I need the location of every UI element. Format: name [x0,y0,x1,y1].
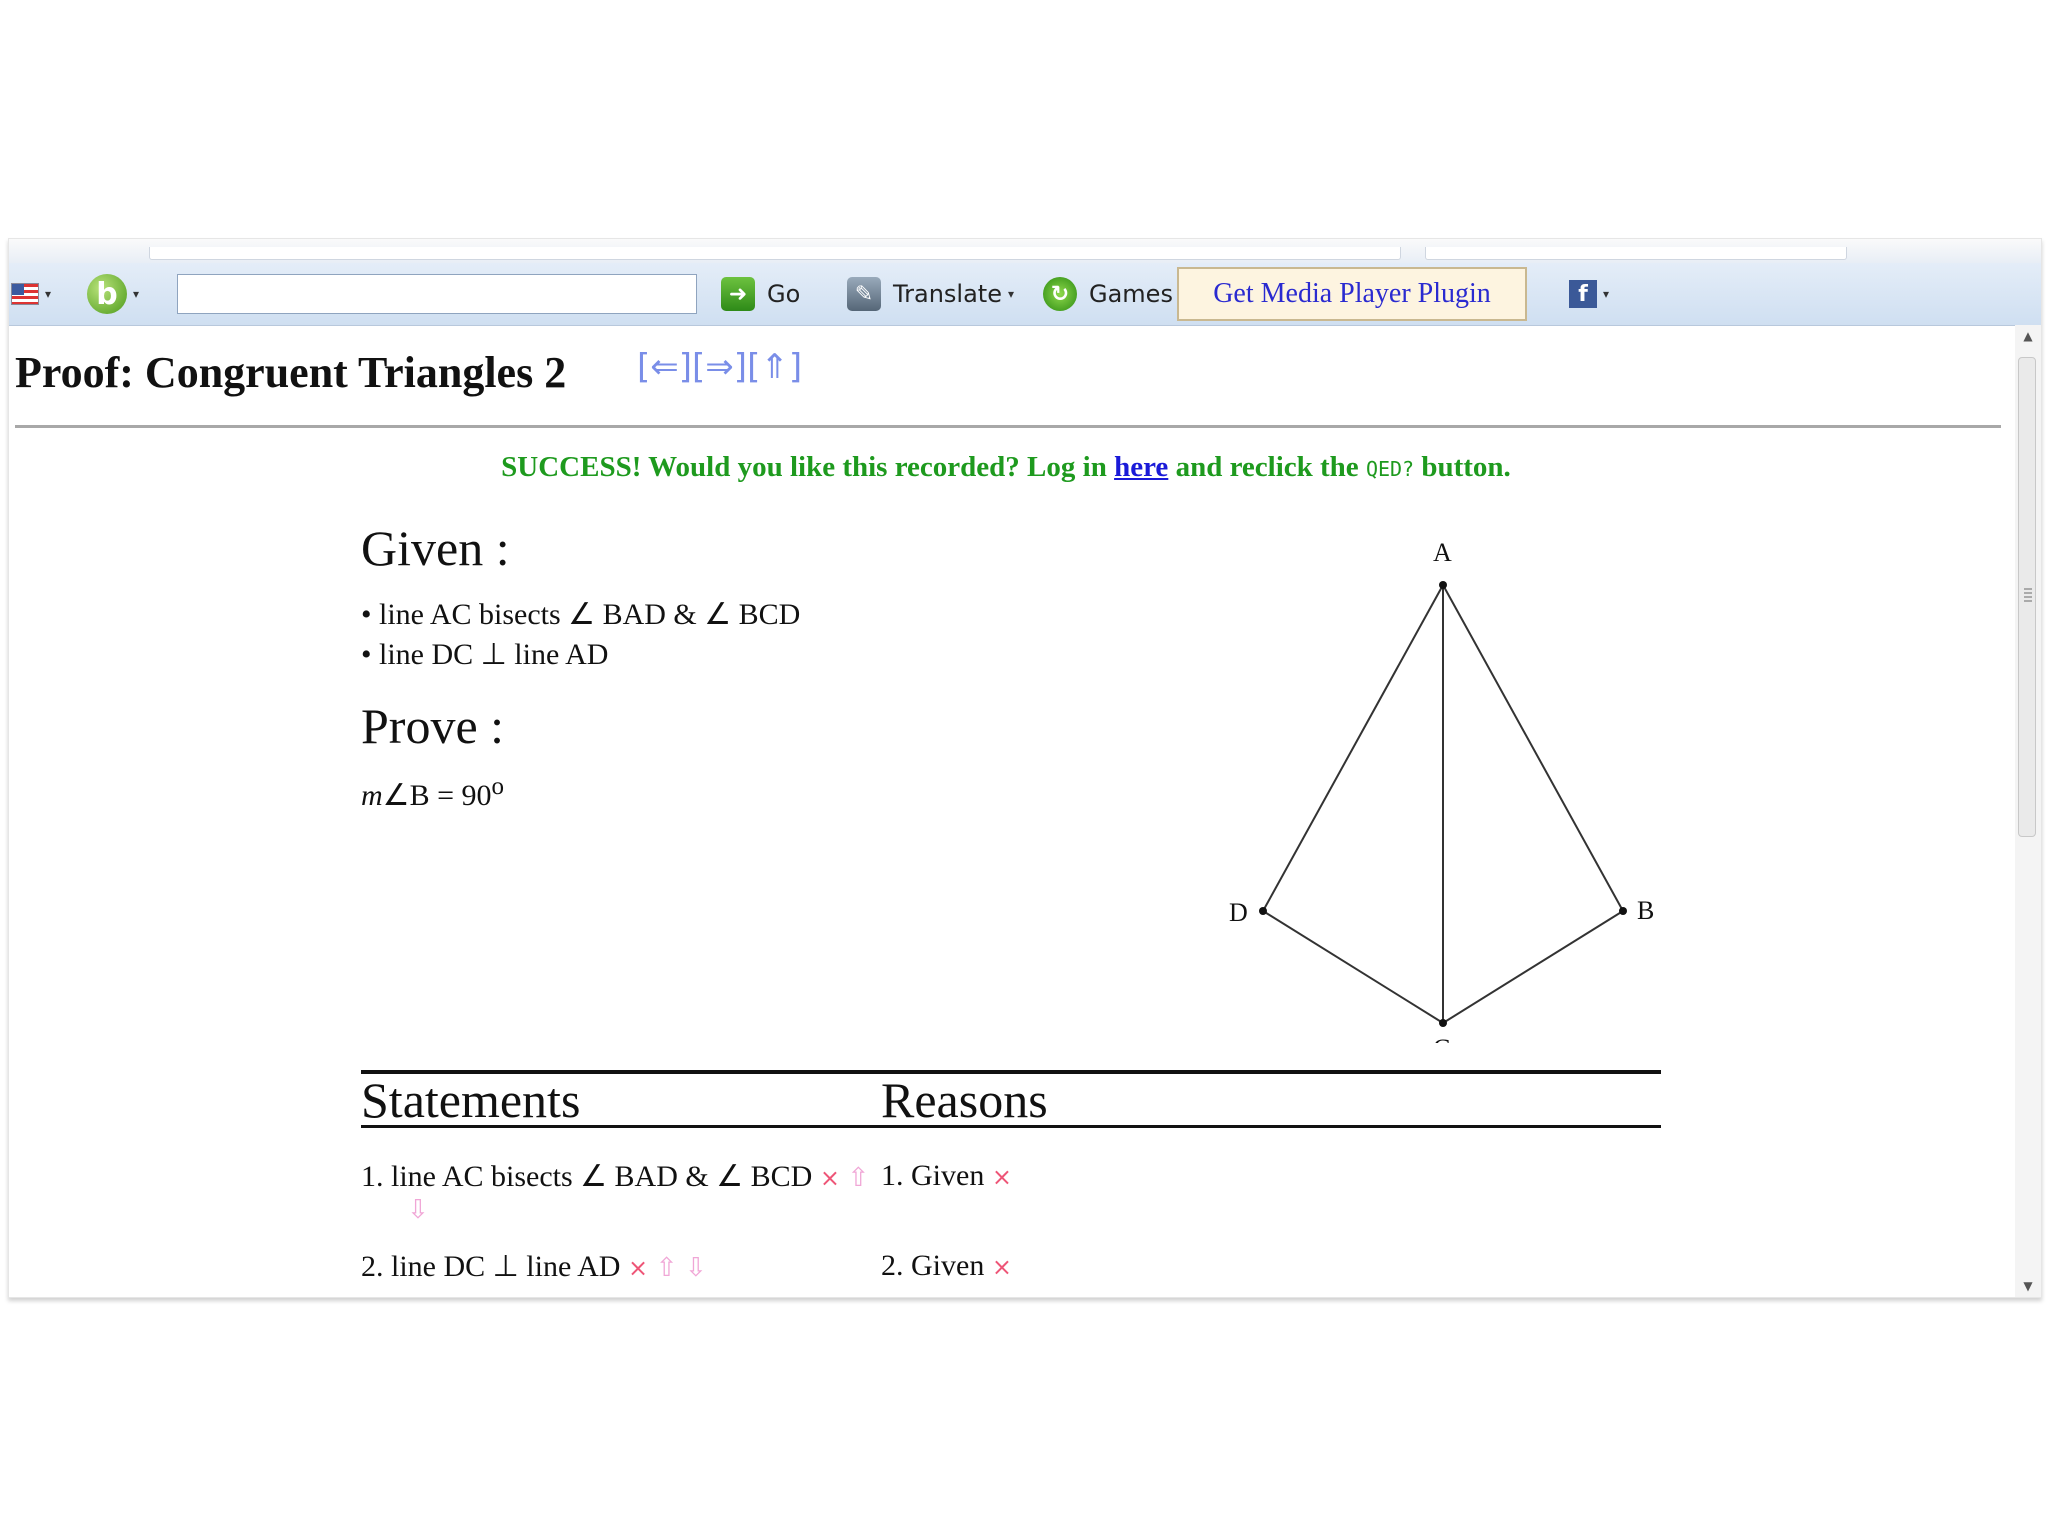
label-c: C [1433,1034,1450,1043]
segment-bc [1442,910,1624,1024]
title-divider [15,425,2001,428]
row-number: 1. [881,1159,904,1192]
point-d [1259,907,1267,915]
label-a: A [1433,538,1452,567]
move-down-icon[interactable]: ⇩ [685,1253,707,1283]
dropdown-caret-icon: ▾ [1603,287,1610,301]
page-content: Proof: Congruent Triangles 2 [⇐][⇒][⇑] S… [9,325,2015,1297]
delete-reason-icon[interactable]: × [992,1253,1012,1281]
go-arrow-icon: ➜ [721,277,755,311]
move-up-icon[interactable]: ⇧ [847,1163,869,1193]
table-header-rule [361,1125,1661,1128]
point-c [1439,1019,1447,1027]
statements-header: Statements [361,1072,581,1128]
games-button[interactable]: ↻ Games [1043,263,1173,325]
segment-dc [1262,910,1444,1024]
kite-diagram: A B C D [1229,538,1654,1043]
page-title: Proof: Congruent Triangles 2 [15,348,567,397]
segment-ad [1262,584,1444,912]
up-link[interactable]: [⇑] [747,347,802,387]
browser-search-bar[interactable] [1425,247,1847,260]
given-item-text: line AC bisects ∠ BAD & ∠ BCD [379,598,801,631]
statement-cell: 1. line AC bisects ∠ BAD & ∠ BCD × ⇧ [361,1159,869,1194]
reason-cell: 2. Given × [881,1249,1012,1283]
translate-label: Translate [893,280,1002,308]
row-number: 1. [361,1160,384,1193]
login-here-link[interactable]: here [1114,451,1168,483]
grip-icon [2024,588,2032,602]
scroll-thumb[interactable] [2018,357,2036,837]
us-flag-icon [11,283,39,305]
reasons-header: Reasons [881,1072,1048,1128]
bing-toolbar: ▾ b ▾ ➜ Go ✎ Translate ▾ ↻ Games Get Med… [9,263,2041,326]
scroll-down-arrow-icon[interactable]: ▼ [2015,1275,2041,1297]
language-menu[interactable]: ▾ [11,263,51,325]
given-item: • line DC ⊥ line AD [361,638,609,671]
prev-link[interactable]: [⇐] [637,347,692,387]
prove-heading: Prove : [361,698,505,754]
translate-button[interactable]: ✎ Translate ▾ [847,263,1014,325]
toolbar-search-input[interactable] [177,274,697,314]
browser-window: ▾ b ▾ ➜ Go ✎ Translate ▾ ↻ Games Get Med… [8,238,2042,1298]
dropdown-caret-icon: ▾ [45,287,52,301]
games-icon: ↻ [1043,277,1077,311]
go-button[interactable]: ➜ Go [721,263,800,325]
given-heading: Given : [361,520,510,576]
scroll-up-arrow-icon[interactable]: ▲ [2015,325,2041,347]
move-down-icon[interactable]: ⇩ [407,1195,429,1225]
label-d: D [1229,898,1248,927]
success-middle: and reclick the [1168,451,1366,483]
next-link[interactable]: [⇒] [692,347,747,387]
row-number: 2. [361,1250,384,1283]
statement-cell: 2. line DC ⊥ line AD × ⇧ ⇩ [361,1249,707,1284]
get-media-player-plugin-button[interactable]: Get Media Player Plugin [1177,267,1527,321]
translate-icon: ✎ [847,277,881,311]
nav-links: [⇐][⇒][⇑] [637,347,802,387]
move-up-icon[interactable]: ⇧ [656,1253,678,1283]
given-item-text: line DC ⊥ line AD [379,638,609,671]
prove-statement-text: ∠B = 90 [382,779,492,812]
measure-prefix: m [361,779,383,812]
bing-logo-icon: b [87,274,127,314]
reason-cell: 1. Given × [881,1159,1012,1193]
reason-text: Given [911,1249,985,1282]
dropdown-caret-icon: ▾ [1007,287,1015,301]
go-label: Go [767,280,801,308]
vertical-scrollbar[interactable]: ▲ ▼ [2015,325,2041,1297]
address-strip [9,239,2041,263]
segment-ab [1442,584,1624,912]
delete-reason-icon[interactable]: × [992,1163,1012,1191]
games-label: Games [1089,280,1173,308]
statement-text: line DC ⊥ line AD [391,1250,621,1283]
facebook-icon: f [1569,280,1597,308]
point-a [1439,581,1447,589]
dropdown-caret-icon: ▾ [133,287,140,301]
label-b: B [1637,896,1654,925]
reason-text: Given [911,1159,985,1192]
statement-text: line AC bisects ∠ BAD & ∠ BCD [391,1160,813,1193]
success-suffix: button. [1414,451,1511,483]
given-item: • line AC bisects ∠ BAD & ∠ BCD [361,598,801,631]
row-number: 2. [881,1249,904,1282]
facebook-menu[interactable]: f ▾ [1569,263,1609,325]
success-prefix: SUCCESS! Would you like this recorded? L… [501,451,1115,483]
bing-menu[interactable]: b ▾ [87,263,139,325]
success-message: SUCCESS! Would you like this recorded? L… [9,451,2003,484]
delete-statement-icon[interactable]: × [820,1164,840,1192]
address-bar[interactable] [149,247,1401,260]
delete-statement-icon[interactable]: × [628,1254,648,1282]
prove-statement: m∠B = 90o [361,773,504,813]
qed-label: QED? [1365,457,1415,481]
point-b [1619,907,1627,915]
degree-symbol: o [491,773,505,800]
